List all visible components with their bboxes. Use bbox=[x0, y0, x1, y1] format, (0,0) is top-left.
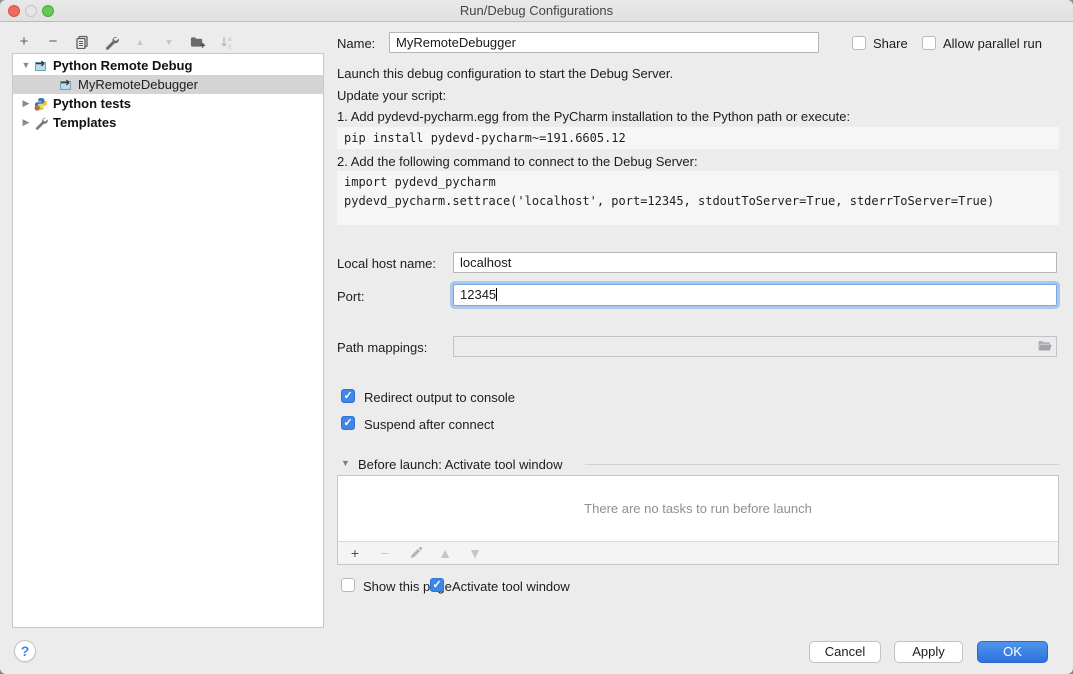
chevron-down-icon[interactable]: ▼ bbox=[21, 56, 31, 75]
share-label[interactable]: Share bbox=[873, 36, 908, 51]
tree-item-label: Python tests bbox=[53, 94, 131, 113]
tree-item-templates[interactable]: ▶ Templates bbox=[13, 113, 323, 132]
text-cursor bbox=[496, 288, 497, 301]
copy-icon[interactable] bbox=[74, 34, 90, 50]
move-up-icon: ▲ bbox=[132, 34, 148, 50]
before-launch-tasks-panel: There are no tasks to run before launch … bbox=[337, 475, 1059, 565]
no-tasks-message: There are no tasks to run before launch bbox=[338, 476, 1058, 541]
local-host-name-input[interactable]: localhost bbox=[453, 252, 1057, 273]
tree-item-label: MyRemoteDebugger bbox=[78, 75, 198, 94]
remote-debug-icon bbox=[59, 78, 73, 92]
name-label: Name: bbox=[337, 36, 375, 51]
tasks-toolbar: + − ▲ ▼ bbox=[338, 541, 1058, 564]
wrench-icon bbox=[34, 116, 48, 130]
redirect-output-checkbox[interactable] bbox=[341, 389, 355, 403]
window-title: Run/Debug Configurations bbox=[0, 0, 1073, 22]
browse-folder-icon[interactable] bbox=[1037, 339, 1053, 356]
name-input[interactable]: MyRemoteDebugger bbox=[389, 32, 819, 53]
edit-task-icon bbox=[407, 545, 423, 561]
title-bar: Run/Debug Configurations bbox=[0, 0, 1073, 22]
tree-item-label: Python Remote Debug bbox=[53, 56, 192, 75]
port-value: 12345 bbox=[460, 287, 496, 302]
remove-configuration-button[interactable]: − bbox=[45, 34, 61, 50]
activate-tool-window-label[interactable]: Activate tool window bbox=[452, 579, 570, 594]
python-icon bbox=[34, 97, 48, 111]
apply-button[interactable]: Apply bbox=[894, 641, 963, 663]
move-task-down-icon: ▼ bbox=[467, 545, 483, 561]
update-script-text: Update your script: bbox=[337, 88, 446, 103]
port-input[interactable]: 12345 bbox=[453, 284, 1057, 306]
activate-tool-window-checkbox[interactable] bbox=[430, 578, 444, 592]
local-host-name-label: Local host name: bbox=[337, 256, 436, 271]
show-this-page-checkbox[interactable] bbox=[341, 578, 355, 592]
move-task-up-icon: ▲ bbox=[437, 545, 453, 561]
code-line-2: pydevd_pycharm.settrace('localhost', por… bbox=[344, 194, 994, 208]
move-down-icon: ▼ bbox=[161, 34, 177, 50]
remove-task-button: − bbox=[377, 545, 393, 561]
edit-templates-icon[interactable] bbox=[103, 34, 119, 50]
before-launch-collapse-icon[interactable]: ▼ bbox=[341, 458, 350, 468]
suspend-after-connect-label[interactable]: Suspend after connect bbox=[364, 417, 494, 432]
run-debug-configurations-dialog: Run/Debug Configurations + − ▲ ▼ az ▼ Py… bbox=[0, 0, 1073, 674]
tree-item-python-remote-debug[interactable]: ▼ Python Remote Debug bbox=[13, 56, 323, 75]
remote-debug-icon bbox=[34, 59, 48, 73]
chevron-right-icon[interactable]: ▶ bbox=[21, 113, 31, 132]
path-mappings-input[interactable] bbox=[453, 336, 1057, 357]
cancel-button[interactable]: Cancel bbox=[809, 641, 881, 663]
before-launch-header: Before launch: Activate tool window bbox=[358, 457, 563, 472]
help-button[interactable]: ? bbox=[14, 640, 36, 662]
step1-text: 1. Add pydevd-pycharm.egg from the PyCha… bbox=[337, 109, 850, 124]
settrace-code: import pydevd_pycharm pydevd_pycharm.set… bbox=[337, 171, 1059, 225]
pip-install-code: pip install pydevd-pycharm~=191.6605.12 bbox=[337, 127, 1059, 149]
sort-icon[interactable]: az bbox=[219, 34, 235, 50]
svg-text:a: a bbox=[228, 36, 232, 43]
configurations-tree: ▼ Python Remote Debug MyRemoteDebugger ▶… bbox=[12, 53, 324, 628]
step2-text: 2. Add the following command to connect … bbox=[337, 154, 698, 169]
svg-text:z: z bbox=[228, 43, 231, 50]
suspend-after-connect-checkbox[interactable] bbox=[341, 416, 355, 430]
redirect-output-label[interactable]: Redirect output to console bbox=[364, 390, 515, 405]
code-line-1: import pydevd_pycharm bbox=[344, 175, 496, 189]
tree-toolbar: + − ▲ ▼ az bbox=[16, 32, 235, 52]
intro-text: Launch this debug configuration to start… bbox=[337, 66, 673, 81]
add-task-button[interactable]: + bbox=[347, 545, 363, 561]
tree-item-python-tests[interactable]: ▶ Python tests bbox=[13, 94, 323, 113]
port-label: Port: bbox=[337, 289, 364, 304]
allow-parallel-run-checkbox[interactable] bbox=[922, 36, 936, 50]
before-launch-separator bbox=[585, 464, 1059, 465]
new-folder-icon[interactable] bbox=[190, 34, 206, 50]
tree-item-myremotedebugger[interactable]: MyRemoteDebugger bbox=[13, 75, 323, 94]
ok-button[interactable]: OK bbox=[977, 641, 1048, 663]
allow-parallel-run-label[interactable]: Allow parallel run bbox=[943, 36, 1042, 51]
share-checkbox[interactable] bbox=[852, 36, 866, 50]
add-configuration-button[interactable]: + bbox=[16, 34, 32, 50]
tree-item-label: Templates bbox=[53, 113, 116, 132]
chevron-right-icon[interactable]: ▶ bbox=[21, 94, 31, 113]
path-mappings-label: Path mappings: bbox=[337, 340, 427, 355]
